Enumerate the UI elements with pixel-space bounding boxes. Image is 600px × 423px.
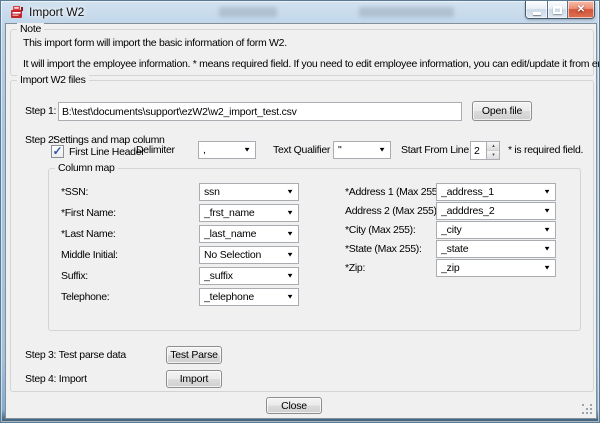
start-from-line-input[interactable]: [471, 142, 486, 159]
minimize-button[interactable]: [526, 1, 547, 18]
import-button[interactable]: Import: [166, 370, 222, 388]
note-line-1: This import form will import the basic i…: [23, 37, 287, 49]
middle-initial-label: Middle Initial:: [61, 249, 118, 261]
maximize-button[interactable]: [547, 1, 567, 18]
last-name-select[interactable]: _last_name ▼: [199, 225, 299, 243]
close-button[interactable]: Close: [266, 397, 322, 414]
telephone-label: Telephone:: [61, 291, 109, 303]
combo-value: ssn: [204, 186, 234, 198]
arrow-down-icon: ▼: [491, 153, 495, 157]
arrow-up-icon: ▲: [491, 144, 495, 148]
chevron-down-icon: ▼: [286, 189, 294, 195]
text-qualifier-select[interactable]: " ▼: [333, 141, 391, 159]
step4-label: Step 4: Import: [25, 373, 87, 385]
titlebar-watermark: [219, 7, 277, 17]
file-path-input[interactable]: [58, 102, 462, 121]
chevron-down-icon: ▼: [543, 227, 551, 233]
combo-value: _last_name: [204, 228, 270, 240]
state-label: *State (Max 255):: [345, 243, 422, 255]
ssn-select[interactable]: ssn ▼: [199, 183, 299, 201]
delimiter-select[interactable]: , ▼: [198, 141, 256, 159]
zip-select[interactable]: _zip ▼: [436, 259, 556, 277]
required-field-note: * is required field.: [508, 144, 583, 156]
close-window-button[interactable]: ✕: [567, 1, 594, 18]
combo-value: _state: [441, 243, 482, 255]
chevron-down-icon: ▼: [243, 147, 251, 153]
resize-grip[interactable]: [582, 404, 592, 414]
chevron-down-icon: ▼: [286, 231, 294, 237]
step1-label: Step 1:: [25, 105, 56, 117]
import-files-group: Import W2 files Step 1: Open file Step 2…: [10, 80, 594, 392]
combo-value: No Selection: [204, 249, 275, 261]
maximize-icon: [553, 6, 562, 14]
checkmark-icon: ✓: [52, 145, 62, 157]
stepper-buttons: ▲ ▼: [486, 142, 499, 159]
address1-select[interactable]: _address_1 ▼: [436, 183, 556, 201]
chevron-down-icon: ▼: [286, 210, 294, 216]
telephone-select[interactable]: _telephone ▼: [199, 288, 299, 306]
close-icon: ✕: [577, 5, 585, 15]
titlebar[interactable]: Import W2 ✕: [1, 1, 599, 23]
combo-value: _frst_name: [204, 207, 269, 219]
suffix-label: Suffix:: [61, 270, 88, 282]
last-name-label: *Last Name:: [61, 228, 115, 240]
text-qualifier-label: Text Qualifier: [273, 144, 330, 156]
chevron-down-icon: ▼: [378, 147, 386, 153]
combo-value: _suffix: [204, 270, 247, 282]
delimiter-label: Delimiter: [136, 144, 175, 156]
chevron-down-icon: ▼: [286, 273, 294, 279]
note-group: Note This import form will import the ba…: [10, 29, 594, 76]
test-parse-button[interactable]: Test Parse: [166, 346, 222, 364]
spin-up-button[interactable]: ▲: [487, 142, 499, 151]
chevron-down-icon: ▼: [543, 208, 551, 214]
chevron-down-icon: ▼: [286, 294, 294, 300]
combo-value: _address_1: [441, 186, 508, 198]
import-files-group-title: Import W2 files: [17, 74, 89, 86]
first-line-header-checkbox[interactable]: ✓: [51, 145, 64, 158]
spin-down-button[interactable]: ▼: [487, 151, 499, 159]
ssn-label: *SSN:: [61, 186, 88, 198]
chevron-down-icon: ▼: [543, 189, 551, 195]
combo-value: ": [338, 144, 356, 156]
state-select[interactable]: _state ▼: [436, 240, 556, 258]
open-file-button[interactable]: Open file: [472, 101, 532, 121]
chevron-down-icon: ▼: [543, 265, 551, 271]
dialog-client-area: Note This import form will import the ba…: [5, 23, 597, 419]
first-name-select[interactable]: _frst_name ▼: [199, 204, 299, 222]
titlebar-watermark: [359, 7, 454, 17]
zip-label: *Zip:: [345, 262, 365, 274]
combo-value: _adddres_2: [441, 205, 508, 217]
column-map-group: Column map *SSN: ssn ▼ *First Name: _frs…: [48, 168, 581, 331]
address2-label: Address 2 (Max 255):: [345, 205, 439, 217]
address1-label: *Address 1 (Max 255):: [345, 186, 443, 198]
start-from-line-stepper: ▲ ▼: [470, 141, 500, 160]
window-title: Import W2: [29, 5, 84, 19]
combo-value: _city: [441, 224, 476, 236]
note-group-title: Note: [17, 23, 44, 35]
suffix-select[interactable]: _suffix ▼: [199, 267, 299, 285]
address2-select[interactable]: _adddres_2 ▼: [436, 202, 556, 220]
import-w2-window: Import W2 ✕ Note This import form will i…: [0, 0, 600, 423]
city-label: *City (Max 255):: [345, 224, 415, 236]
chevron-down-icon: ▼: [286, 252, 294, 258]
combo-value: _telephone: [204, 291, 268, 303]
window-controls: ✕: [525, 1, 595, 19]
app-icon: [9, 4, 25, 20]
middle-initial-select[interactable]: No Selection ▼: [199, 246, 299, 264]
combo-value: ,: [203, 144, 220, 156]
city-select[interactable]: _city ▼: [436, 221, 556, 239]
first-line-header-label: First Line Header: [69, 146, 144, 158]
minimize-icon: [533, 12, 541, 15]
step3-label: Step 3: Test parse data: [25, 349, 126, 361]
chevron-down-icon: ▼: [543, 246, 551, 252]
start-from-line-label: Start From Line: [401, 144, 469, 156]
combo-value: _zip: [441, 262, 473, 274]
first-name-label: *First Name:: [61, 207, 116, 219]
column-map-title: Column map: [55, 162, 118, 174]
note-line-2: It will import the employee information.…: [23, 58, 600, 70]
